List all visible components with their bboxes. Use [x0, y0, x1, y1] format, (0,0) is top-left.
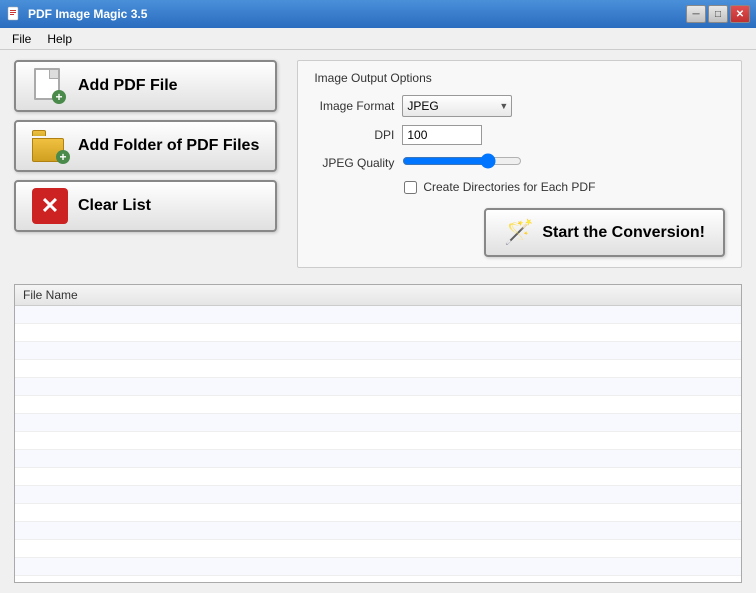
add-pdf-button[interactable]: + Add PDF File	[14, 60, 277, 112]
menu-help[interactable]: Help	[39, 30, 80, 48]
image-format-select[interactable]: JPEG PNG BMP TIFF GIF	[402, 95, 512, 117]
jpeg-quality-row: JPEG Quality	[314, 153, 725, 172]
file-row	[15, 414, 741, 432]
menubar: File Help	[0, 28, 756, 50]
clear-list-label: Clear List	[78, 197, 151, 215]
add-pdf-label: Add PDF File	[78, 77, 178, 95]
file-row	[15, 558, 741, 576]
file-row	[15, 450, 741, 468]
file-row	[15, 486, 741, 504]
file-row	[15, 342, 741, 360]
file-row	[15, 378, 741, 396]
file-row	[15, 396, 741, 414]
titlebar: PDF Image Magic 3.5 ─ □ ✕	[0, 0, 756, 28]
app-title: PDF Image Magic 3.5	[28, 7, 147, 21]
jpeg-quality-label: JPEG Quality	[314, 156, 394, 170]
dpi-label: DPI	[314, 128, 394, 142]
top-section: + Add PDF File + Add Folder of PDF Files	[14, 60, 742, 268]
dpi-row: DPI	[314, 125, 725, 145]
file-name-column-header: File Name	[23, 288, 78, 302]
add-folder-icon: +	[32, 128, 68, 164]
clear-list-button[interactable]: ✕ Clear List	[14, 180, 277, 232]
start-btn-container: 🪄 Start the Conversion!	[314, 208, 725, 257]
magic-wand-icon: 🪄	[504, 218, 534, 247]
file-row	[15, 576, 741, 582]
file-list-body[interactable]	[15, 306, 741, 582]
titlebar-left: PDF Image Magic 3.5	[6, 6, 147, 22]
maximize-button[interactable]: □	[708, 5, 728, 23]
file-row	[15, 360, 741, 378]
create-dirs-label: Create Directories for Each PDF	[423, 180, 595, 194]
file-row	[15, 306, 741, 324]
image-format-select-wrapper: JPEG PNG BMP TIFF GIF	[402, 95, 512, 117]
file-list-container: File Name	[14, 284, 742, 583]
titlebar-controls: ─ □ ✕	[686, 5, 750, 23]
file-row	[15, 468, 741, 486]
create-dirs-row: Create Directories for Each PDF	[404, 180, 725, 194]
close-button[interactable]: ✕	[730, 5, 750, 23]
jpeg-quality-slider-container	[402, 153, 522, 172]
start-conversion-label: Start the Conversion!	[542, 224, 705, 242]
menu-file[interactable]: File	[4, 30, 39, 48]
file-row	[15, 522, 741, 540]
main-content: + Add PDF File + Add Folder of PDF Files	[0, 50, 756, 593]
add-pdf-icon: +	[32, 68, 68, 104]
add-folder-label: Add Folder of PDF Files	[78, 137, 259, 155]
jpeg-quality-slider[interactable]	[402, 153, 522, 169]
dpi-input[interactable]	[402, 125, 482, 145]
file-row	[15, 432, 741, 450]
clear-list-icon: ✕	[32, 188, 68, 224]
image-format-label: Image Format	[314, 99, 394, 113]
create-dirs-checkbox[interactable]	[404, 181, 417, 194]
file-row	[15, 504, 741, 522]
options-panel: Image Output Options Image Format JPEG P…	[297, 60, 742, 268]
image-format-row: Image Format JPEG PNG BMP TIFF GIF	[314, 95, 725, 117]
left-buttons: + Add PDF File + Add Folder of PDF Files	[14, 60, 277, 268]
file-list-header: File Name	[15, 285, 741, 306]
file-row	[15, 540, 741, 558]
add-folder-button[interactable]: + Add Folder of PDF Files	[14, 120, 277, 172]
minimize-button[interactable]: ─	[686, 5, 706, 23]
app-icon	[6, 6, 22, 22]
start-conversion-button[interactable]: 🪄 Start the Conversion!	[484, 208, 725, 257]
options-title: Image Output Options	[314, 71, 725, 85]
file-row	[15, 324, 741, 342]
